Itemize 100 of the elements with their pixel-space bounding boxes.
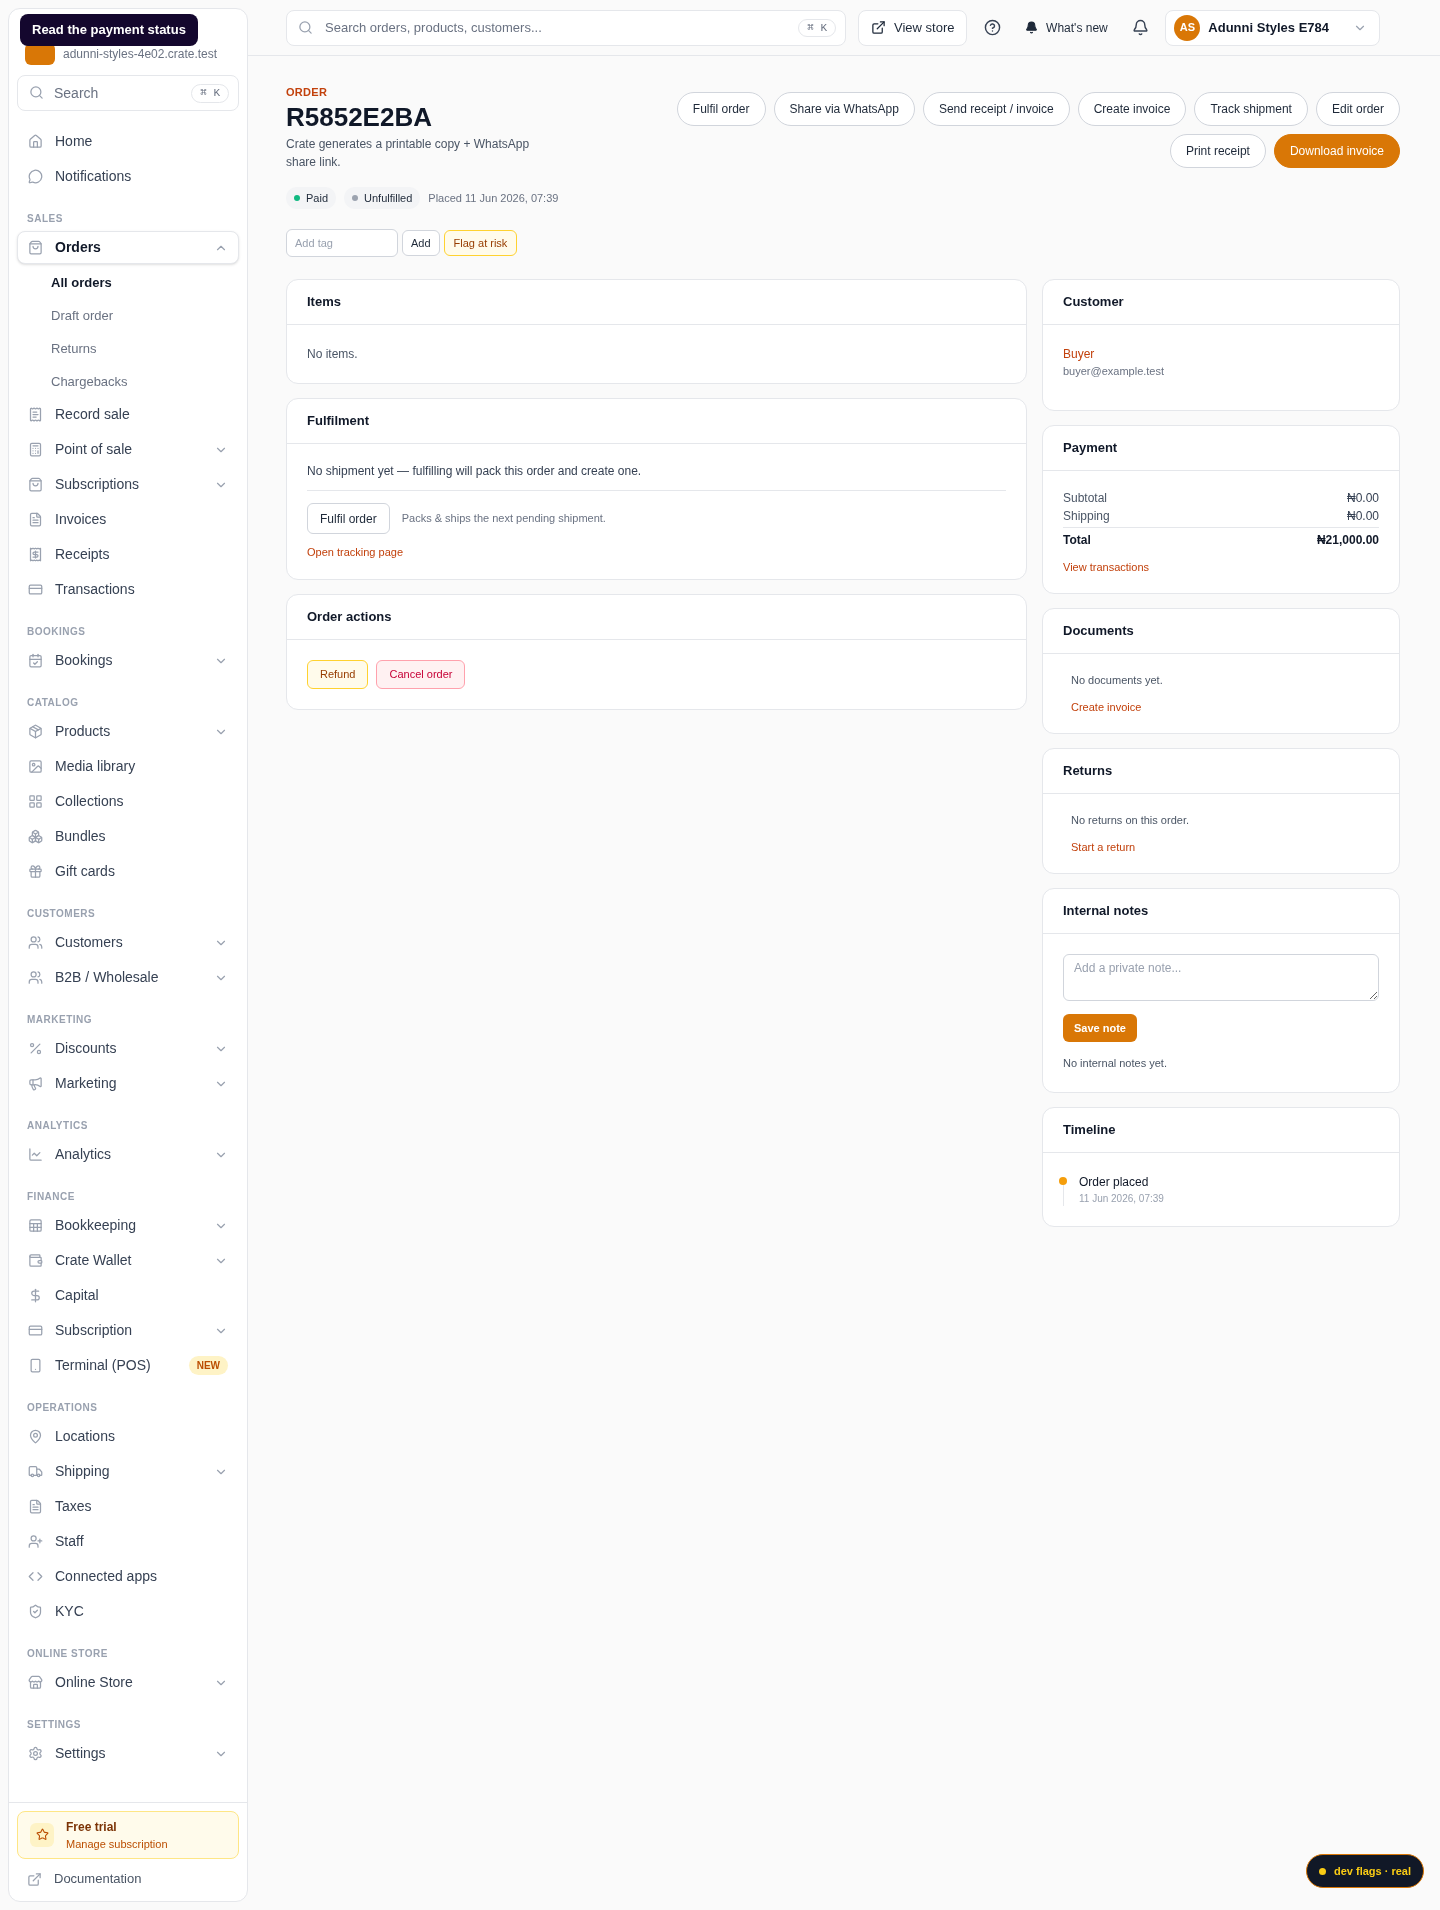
nav-item[interactable]: Media library: [17, 750, 239, 783]
nav-item[interactable]: B2B / Wholesale: [17, 961, 239, 994]
nav-item[interactable]: Receipts: [17, 538, 239, 571]
nav-item[interactable]: Gift cards: [17, 855, 239, 888]
nav-item[interactable]: Settings: [17, 1737, 239, 1770]
nav-item[interactable]: Products: [17, 715, 239, 748]
nav-item[interactable]: Locations: [17, 1420, 239, 1453]
order-action-button[interactable]: Refund: [307, 659, 369, 689]
document-icon: [28, 1499, 43, 1514]
section-label: MARKETING: [26, 1013, 94, 1027]
section-label: BOOKINGS: [26, 625, 87, 639]
note-field[interactable]: Add a private note...: [1063, 954, 1379, 1001]
nav-item[interactable]: Point of sale: [17, 433, 239, 466]
external-link-icon: [27, 1871, 42, 1887]
nav-item[interactable]: Notifications: [17, 160, 239, 193]
free-trial-card[interactable]: Free trial Manage subscription: [17, 1810, 239, 1859]
nav-item[interactable]: Marketing: [17, 1067, 239, 1100]
header-action-button[interactable]: Fulfil order: [676, 92, 766, 126]
documentation-link[interactable]: Documentation: [17, 1863, 239, 1895]
view-store-button[interactable]: View store: [858, 9, 968, 46]
nav-item[interactable]: Collections: [17, 785, 239, 818]
users-icon: [28, 970, 43, 985]
nav-item[interactable]: Bookings: [17, 644, 239, 677]
header-action-button[interactable]: Print receipt: [1169, 134, 1266, 168]
nav-item[interactable]: Orders: [17, 231, 239, 264]
dollar-icon: [28, 1288, 43, 1303]
create-invoice-link[interactable]: Create invoice: [1071, 698, 1371, 715]
nav-item[interactable]: Customers: [17, 926, 239, 959]
header-action-button[interactable]: Edit order: [1315, 92, 1400, 126]
account-menu[interactable]: AS Adunni Styles E784: [1165, 9, 1380, 46]
nav-item[interactable]: Home: [17, 125, 239, 158]
order-description: Crate generates a printable copy + WhatsApp share link.: [286, 136, 531, 171]
new-badge: NEW: [188, 1356, 228, 1375]
nav-item[interactable]: Discounts: [17, 1032, 239, 1065]
nav-item[interactable]: Shipping: [17, 1455, 239, 1488]
customer-name-link[interactable]: Buyer: [1063, 345, 1379, 363]
card-icon: [28, 582, 43, 597]
nav-item[interactable]: Transactions: [17, 573, 239, 606]
trial-subtitle: Manage subscription: [66, 1836, 168, 1852]
empty-message: No items.: [306, 346, 359, 363]
view-transactions-link[interactable]: View transactions: [1063, 558, 1379, 575]
nav-item[interactable]: Capital: [17, 1279, 239, 1312]
shopping-bag-icon: [28, 477, 43, 492]
event-title: Order placed: [1079, 1173, 1150, 1191]
customer-email: buyer@example.test: [1063, 364, 1166, 379]
nav-item[interactable]: KYC: [17, 1595, 239, 1628]
nav-item[interactable]: Staff: [17, 1525, 239, 1558]
start-return-link[interactable]: Start a return: [1071, 838, 1371, 855]
nav-item[interactable]: Analytics: [17, 1138, 239, 1171]
nav-item[interactable]: Record sale: [17, 398, 239, 431]
header-action-button[interactable]: Share via WhatsApp: [773, 92, 915, 126]
dev-flags-pill[interactable]: dev flags · real: [1305, 1854, 1424, 1888]
add-tag-button[interactable]: Add: [402, 230, 440, 256]
section-label: CATALOG: [26, 696, 80, 710]
external-link-icon: [871, 20, 886, 35]
empty-message: No returns on this order.: [1071, 813, 1190, 828]
flag-at-risk-button[interactable]: Flag at risk: [443, 230, 518, 256]
whats-new-button[interactable]: What's new: [1017, 9, 1116, 46]
nav-item[interactable]: Crate Wallet: [17, 1244, 239, 1277]
notifications-icon: [1132, 19, 1150, 36]
section-label: FINANCE: [26, 1190, 76, 1204]
trial-title: Free trial: [66, 1818, 118, 1836]
help-icon: [983, 19, 1001, 36]
fulfil-order-button[interactable]: Fulfil order: [307, 503, 390, 534]
shopping-bag-icon: [28, 240, 43, 255]
section-label: ANALYTICS: [26, 1119, 89, 1133]
section-label: CUSTOMERS: [26, 907, 97, 921]
section-label: SALES: [26, 212, 64, 226]
header-action-button[interactable]: Send receipt / invoice: [922, 92, 1070, 126]
payment-amount: ₦21,000.00: [1316, 531, 1379, 549]
tracking-link[interactable]: Open tracking page: [307, 544, 1006, 561]
nav-subitem[interactable]: Draft order: [17, 299, 239, 332]
nav-subitem[interactable]: Chargebacks: [17, 365, 239, 398]
empty-message: No documents yet.: [1071, 673, 1164, 688]
card-title: Documents: [1063, 622, 1134, 641]
nav-item[interactable]: Connected apps: [17, 1560, 239, 1593]
nav-item[interactable]: Bundles: [17, 820, 239, 853]
nav-item[interactable]: Online Store: [17, 1666, 239, 1699]
header-action-button[interactable]: Track shipment: [1194, 92, 1308, 126]
avatar: AS: [1174, 14, 1201, 41]
payment-label: Subtotal: [1063, 489, 1108, 507]
nav-item[interactable]: Taxes: [17, 1490, 239, 1523]
nav-item[interactable]: Bookkeeping: [17, 1209, 239, 1242]
device-icon: [28, 1358, 43, 1373]
tag-input[interactable]: Add tag: [286, 229, 398, 257]
bell-icon: [1025, 21, 1039, 34]
nav-item[interactable]: Subscription: [17, 1314, 239, 1347]
card-title: Customer: [1063, 293, 1124, 312]
card-title: Fulfilment: [307, 412, 370, 431]
order-action-button[interactable]: Cancel order: [376, 659, 466, 689]
card-title: Internal notes: [1063, 902, 1149, 921]
header-action-button[interactable]: Create invoice: [1077, 92, 1187, 126]
nav-item[interactable]: Invoices: [17, 503, 239, 536]
nav-subitem[interactable]: All orders: [17, 266, 239, 299]
nav-item[interactable]: Subscriptions: [17, 468, 239, 501]
nav-subitem[interactable]: Returns: [17, 332, 239, 365]
card-icon: [28, 1323, 43, 1338]
nav-item[interactable]: Terminal (POS) NEW: [17, 1349, 239, 1382]
event-time: 11 Jun 2026, 07:39: [1079, 1191, 1164, 1206]
user-plus-icon: [28, 1534, 43, 1549]
